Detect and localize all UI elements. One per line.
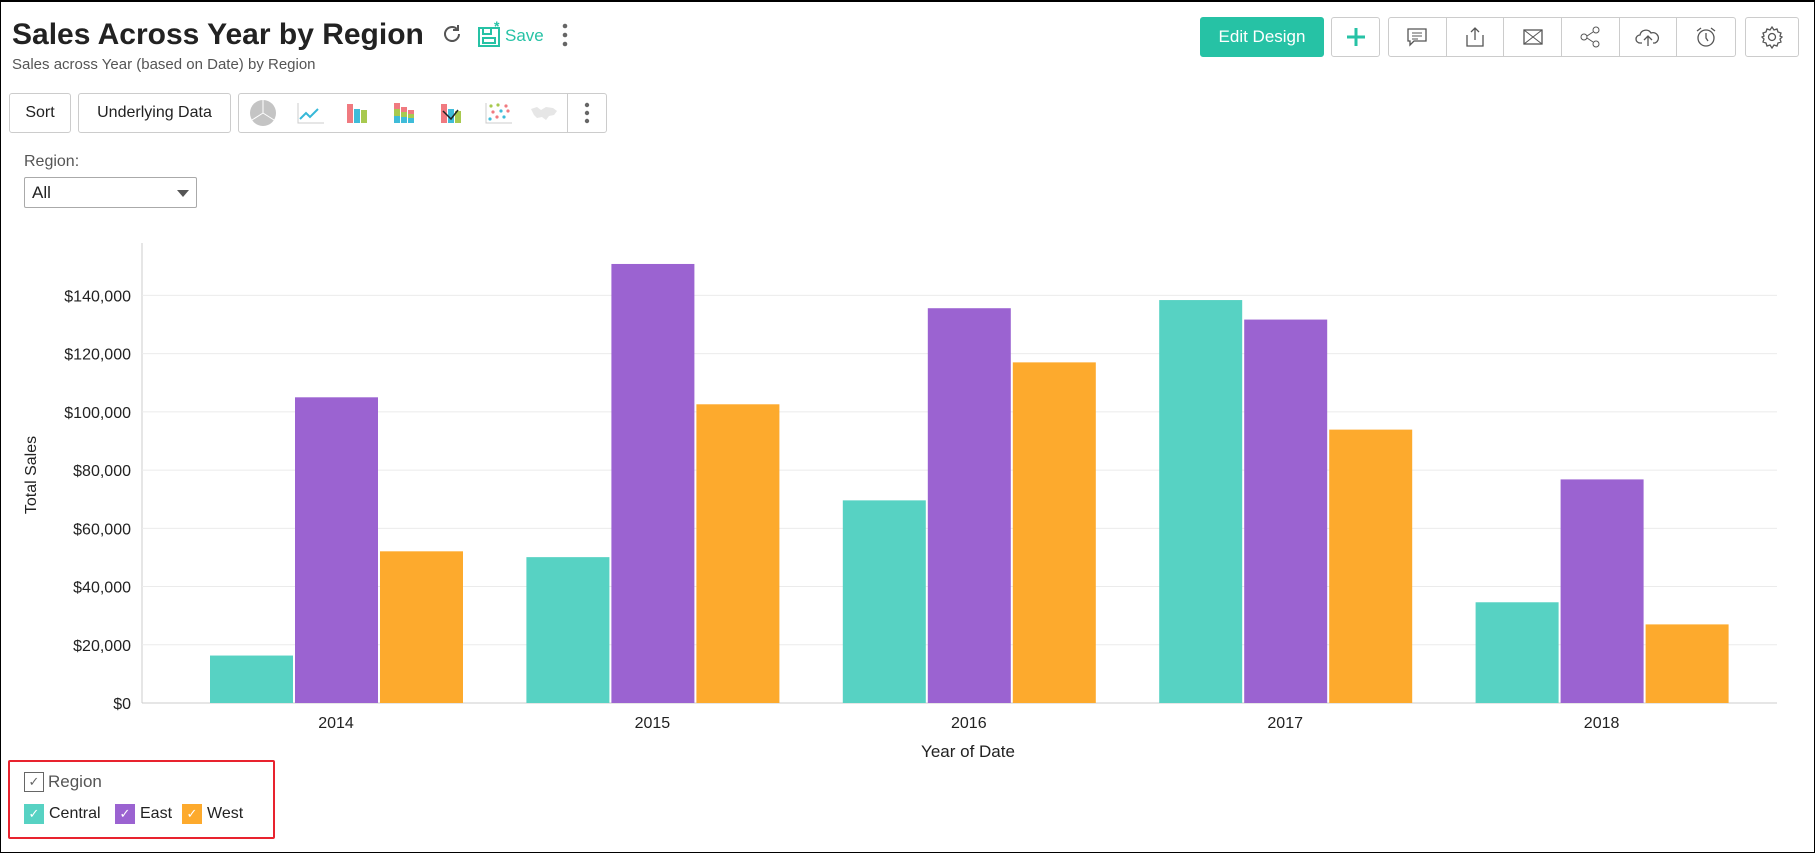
- y-tick-label: $140,000: [64, 288, 131, 305]
- x-tick-label: 2018: [1584, 715, 1620, 732]
- y-tick-label: $80,000: [73, 463, 131, 480]
- checkbox-icon: ✓: [24, 804, 44, 824]
- save-button[interactable]: * Save: [477, 18, 544, 48]
- export-icon: [1466, 27, 1484, 47]
- publish-button[interactable]: [1620, 18, 1678, 56]
- legend: ✓ Region ✓ Central ✓ East ✓ West: [8, 760, 275, 839]
- bar-west-2015: [696, 404, 780, 703]
- bar-chart-icon: [346, 104, 367, 123]
- x-axis-title: Year of Date: [921, 742, 1015, 760]
- y-tick-label: $60,000: [73, 521, 131, 538]
- bar-central-2015: [526, 557, 610, 703]
- bar-east-2016: [927, 308, 1011, 703]
- schedule-button[interactable]: [1677, 18, 1735, 56]
- bar-west-2017: [1329, 429, 1413, 703]
- legend-toggle-all[interactable]: ✓ Region: [24, 772, 102, 792]
- region-filter-value: All: [32, 183, 51, 202]
- email-icon: [1523, 29, 1543, 45]
- checkbox-icon: ✓: [24, 772, 44, 792]
- alarm-clock-icon: [1696, 27, 1716, 47]
- legend-label: West: [207, 805, 244, 822]
- bar-east-2017: [1244, 319, 1328, 703]
- bar-central-2017: [1159, 300, 1243, 703]
- save-label: Save: [505, 26, 544, 45]
- legend-title: Region: [48, 772, 102, 791]
- y-tick-label: $20,000: [73, 638, 131, 655]
- share-button[interactable]: [1562, 18, 1620, 56]
- page-title: Sales Across Year by Region: [12, 18, 424, 51]
- gear-icon: [1760, 25, 1784, 49]
- stacked-bar-chart-icon: [393, 103, 414, 123]
- share-icon: [1580, 26, 1600, 48]
- svg-text:*: *: [494, 20, 500, 34]
- bar-east-2015: [611, 263, 695, 703]
- legend-item-west[interactable]: ✓ West: [182, 804, 243, 824]
- plus-icon: [1346, 28, 1365, 46]
- y-tick-label: $100,000: [64, 405, 131, 422]
- chart-more-button[interactable]: [568, 94, 606, 132]
- bar-west-2016: [1012, 362, 1096, 703]
- chart-type-toolbar: [238, 93, 607, 133]
- y-axis-title: Total Sales: [23, 436, 40, 514]
- underlying-data-button[interactable]: Underlying Data: [78, 93, 231, 133]
- x-tick-label: 2017: [1267, 715, 1303, 732]
- x-tick-label: 2016: [951, 715, 987, 732]
- scatter-chart-icon: [485, 103, 512, 124]
- scatter-chart-button[interactable]: [474, 94, 521, 132]
- legend-item-east[interactable]: ✓ East: [115, 804, 172, 824]
- action-toolbar: [1388, 17, 1736, 57]
- bar-west-2018: [1645, 624, 1729, 703]
- settings-button[interactable]: [1745, 17, 1799, 57]
- region-filter-select[interactable]: All: [24, 177, 197, 208]
- bar-chart: $0 $20,000 $40,000 $60,000 $80,000 $100,000 $1…: [23, 243, 1777, 760]
- export-button[interactable]: [1447, 18, 1505, 56]
- edit-design-button[interactable]: Edit Design: [1200, 17, 1324, 57]
- bar-central-2014: [210, 655, 293, 703]
- chevron-down-icon: [177, 190, 189, 197]
- refresh-icon[interactable]: [440, 22, 464, 46]
- y-tick-label: $40,000: [73, 580, 131, 597]
- add-button[interactable]: [1331, 17, 1380, 57]
- email-button[interactable]: [1504, 18, 1563, 56]
- combo-chart-icon: [440, 104, 461, 123]
- legend-item-central[interactable]: ✓ Central: [24, 804, 101, 824]
- map-chart-button[interactable]: [521, 94, 568, 132]
- line-chart-button[interactable]: [286, 94, 333, 132]
- x-tick-label: 2014: [318, 715, 354, 732]
- bar-east-2014: [295, 397, 378, 703]
- bar-central-2016: [842, 500, 926, 703]
- line-chart-icon: [297, 103, 324, 124]
- map-chart-icon: [531, 107, 557, 120]
- more-options-icon[interactable]: [560, 22, 570, 48]
- page-subtitle: Sales across Year (based on Date) by Reg…: [12, 56, 316, 73]
- comment-button[interactable]: [1389, 18, 1447, 56]
- bar-central-2018: [1475, 602, 1559, 703]
- comment-icon: [1407, 28, 1427, 47]
- bar-east-2018: [1560, 479, 1644, 703]
- sort-button[interactable]: Sort: [9, 93, 71, 133]
- pie-chart-icon: [249, 100, 276, 126]
- cloud-upload-icon: [1635, 29, 1659, 46]
- y-tick-label: $0: [113, 696, 131, 713]
- checkbox-icon: ✓: [182, 804, 202, 824]
- y-tick-label: $120,000: [64, 347, 131, 364]
- legend-label: Central: [49, 805, 101, 822]
- checkbox-icon: ✓: [115, 804, 135, 824]
- bar-chart-button[interactable]: [333, 94, 380, 132]
- stacked-bar-chart-button[interactable]: [380, 94, 427, 132]
- bar-west-2014: [380, 551, 463, 703]
- x-tick-label: 2015: [635, 715, 671, 732]
- more-options-icon: [584, 102, 590, 124]
- combo-chart-button[interactable]: [427, 94, 474, 132]
- pie-chart-button[interactable]: [239, 94, 286, 132]
- legend-label: East: [140, 805, 173, 822]
- save-icon: *: [478, 20, 500, 47]
- region-filter-label: Region:: [24, 153, 80, 170]
